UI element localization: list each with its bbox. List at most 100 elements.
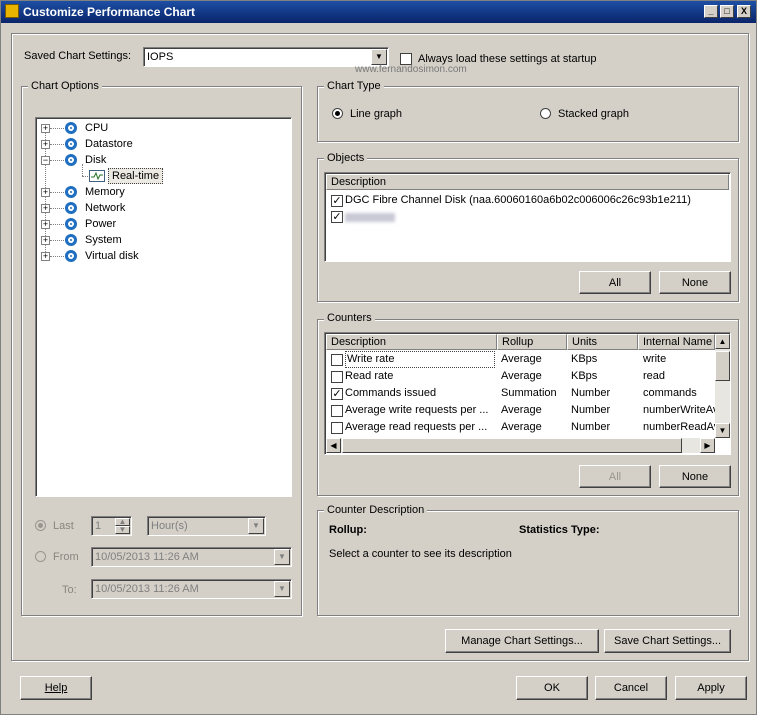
tree-item-memory[interactable]: + Memory — [36, 184, 286, 200]
scrollbar-thumb[interactable] — [342, 438, 682, 453]
horizontal-scrollbar[interactable]: ◀ ▶ — [326, 438, 715, 453]
counter-tree[interactable]: + CPU + Datastore − Disk Real-time + Mem… — [35, 117, 292, 497]
last-radio[interactable] — [35, 520, 46, 531]
last-label: Last — [53, 520, 74, 532]
ok-button[interactable]: OK — [516, 676, 588, 700]
table-row[interactable]: Read rate Average KBps read — [325, 368, 715, 385]
tree-item-cpu[interactable]: + CPU — [36, 120, 286, 136]
close-button[interactable]: X — [737, 5, 751, 18]
last-unit-dropdown[interactable]: Hour(s) ▼ — [147, 516, 266, 536]
counter-description: Write rate — [345, 351, 495, 368]
table-row[interactable]: Average read requests per ... Average Nu… — [325, 419, 715, 436]
tree-item-network[interactable]: + Network — [36, 200, 286, 216]
chevron-down-icon[interactable]: ▼ — [274, 549, 290, 565]
objects-list[interactable]: Description ✓ DGC Fibre Channel Disk (na… — [324, 172, 731, 262]
tree-connector — [50, 144, 64, 145]
tree-connector — [50, 128, 64, 129]
tree-item-label: CPU — [85, 122, 109, 134]
chevron-down-icon[interactable]: ▼ — [371, 49, 387, 65]
chart-type-title: Chart Type — [324, 80, 384, 92]
counter-checkbox[interactable] — [331, 371, 343, 383]
maximize-button[interactable]: □ — [720, 5, 734, 18]
expand-icon[interactable]: + — [41, 204, 50, 213]
vertical-scrollbar[interactable]: ▲ ▼ — [715, 334, 730, 438]
counter-rollup: Average — [501, 421, 542, 433]
expand-icon[interactable]: + — [41, 188, 50, 197]
counter-description: Average read requests per ... — [345, 421, 488, 433]
scroll-left-icon[interactable]: ◀ — [326, 438, 341, 453]
saved-chart-settings-value: IOPS — [147, 51, 174, 63]
save-chart-settings-button[interactable]: Save Chart Settings... — [604, 629, 731, 653]
window-title: Customize Performance Chart — [23, 5, 196, 19]
expand-icon[interactable]: + — [41, 252, 50, 261]
saved-chart-settings-dropdown[interactable]: IOPS ▼ — [143, 47, 389, 67]
counters-all-button[interactable]: All — [579, 465, 651, 488]
chevron-down-icon[interactable]: ▼ — [274, 581, 290, 597]
tree-item-system[interactable]: + System — [36, 232, 286, 248]
table-row[interactable]: Write rate Average KBps write — [325, 351, 715, 368]
chevron-down-icon[interactable]: ▼ — [248, 518, 264, 534]
apply-button[interactable]: Apply — [675, 676, 747, 700]
counter-internal-name: commands — [643, 387, 697, 399]
counter-checkbox[interactable] — [331, 422, 343, 434]
objects-all-button[interactable]: All — [579, 271, 651, 294]
objects-description-header[interactable]: Description — [326, 174, 729, 190]
counters-header-rollup[interactable]: Rollup — [497, 334, 567, 350]
counters-header-description[interactable]: Description — [326, 334, 497, 350]
object-checkbox[interactable]: ✓ — [331, 211, 343, 223]
tree-connector — [50, 160, 64, 161]
table-row[interactable]: Average write requests per ... Average N… — [325, 402, 715, 419]
tree-item-disk[interactable]: − Disk — [36, 152, 286, 168]
objects-none-button[interactable]: None — [659, 271, 731, 294]
tree-item-power[interactable]: + Power — [36, 216, 286, 232]
saved-chart-settings-label: Saved Chart Settings: — [24, 50, 132, 62]
expand-icon[interactable]: + — [41, 140, 50, 149]
expand-icon[interactable]: + — [41, 220, 50, 229]
from-date-dropdown[interactable]: 10/05/2013 11:26 AM ▼ — [91, 547, 292, 567]
counter-internal-name: write — [643, 353, 667, 365]
tree-item-datastore[interactable]: + Datastore — [36, 136, 286, 152]
counter-description: Commands issued — [345, 387, 437, 399]
title-bar[interactable]: Customize Performance Chart _ □ X — [1, 1, 756, 23]
counter-rollup: Average — [501, 404, 542, 416]
scroll-right-icon[interactable]: ▶ — [700, 438, 715, 453]
counter-description: Read rate — [345, 370, 394, 382]
expand-icon[interactable]: + — [41, 236, 50, 245]
manage-chart-settings-button[interactable]: Manage Chart Settings... — [445, 629, 599, 653]
expand-icon[interactable]: + — [41, 124, 50, 133]
scroll-up-icon[interactable]: ▲ — [715, 334, 730, 349]
help-button[interactable]: Help — [20, 676, 92, 700]
last-unit-value: Hour(s) — [151, 520, 188, 532]
counters-table[interactable]: Description Rollup Units Internal Name W… — [324, 332, 731, 455]
stacked-graph-radio[interactable] — [540, 108, 551, 119]
counters-header-internal-name[interactable]: Internal Name — [638, 334, 715, 350]
tree-item-virtual-disk[interactable]: + Virtual disk — [36, 248, 286, 264]
minimize-button[interactable]: _ — [704, 5, 718, 18]
metric-group-icon — [65, 122, 77, 134]
table-row[interactable]: ✓ Commands issued Summation Number comma… — [325, 385, 715, 402]
scroll-down-icon[interactable]: ▼ — [715, 423, 730, 438]
counters-none-button[interactable]: None — [659, 465, 731, 488]
line-graph-radio[interactable] — [332, 108, 343, 119]
counter-description: Average write requests per ... — [345, 404, 489, 416]
last-spinner-value: 1 — [95, 520, 102, 532]
tree-item-real-time[interactable]: Real-time — [36, 168, 286, 184]
metric-group-icon — [65, 202, 77, 214]
object-row-label: DGC Fibre Channel Disk (naa.60060160a6b0… — [345, 194, 691, 206]
metric-group-icon — [65, 250, 77, 262]
tree-connector — [50, 208, 64, 209]
counter-checkbox[interactable] — [331, 354, 343, 366]
to-date-dropdown[interactable]: 10/05/2013 11:26 AM ▼ — [91, 579, 292, 599]
from-radio[interactable] — [35, 551, 46, 562]
last-spinner[interactable]: 1 ▲ ▼ — [91, 516, 132, 536]
spin-down-icon[interactable]: ▼ — [115, 526, 130, 534]
cancel-button[interactable]: Cancel — [595, 676, 667, 700]
object-checkbox[interactable]: ✓ — [331, 195, 343, 207]
counter-checkbox[interactable]: ✓ — [331, 388, 343, 400]
counter-units: Number — [571, 387, 611, 399]
scrollbar-thumb[interactable] — [715, 351, 730, 381]
counters-header-units[interactable]: Units — [567, 334, 638, 350]
collapse-icon[interactable]: − — [41, 156, 50, 165]
tree-item-label: Memory — [85, 186, 125, 198]
counter-checkbox[interactable] — [331, 405, 343, 417]
